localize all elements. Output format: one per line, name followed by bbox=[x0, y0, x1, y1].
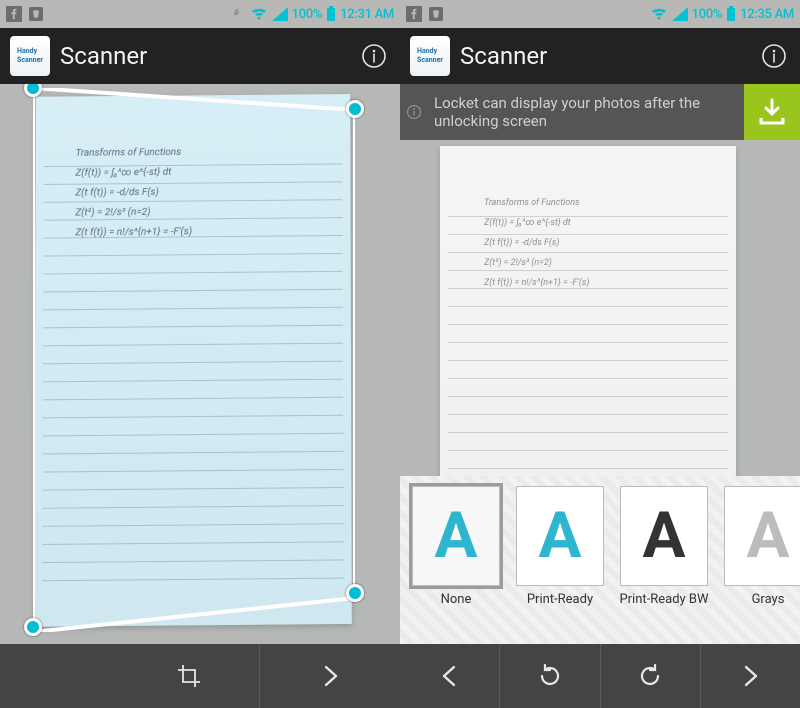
app-icon[interactable]: Handy Scanner bbox=[10, 36, 50, 76]
rotate-ccw-button[interactable] bbox=[500, 644, 599, 708]
battery-icon bbox=[726, 6, 736, 22]
vibrate-icon bbox=[230, 6, 246, 22]
filter-glyph: A bbox=[620, 486, 708, 586]
signal-icon bbox=[672, 7, 688, 21]
app-icon[interactable]: Handy Scanner bbox=[410, 36, 450, 76]
crop-canvas[interactable]: Transforms of FunctionsZ(f(t)) = ∫₀^∞ e^… bbox=[0, 84, 400, 644]
scanned-page: Transforms of FunctionsZ(f(t)) = ∫₀^∞ e^… bbox=[440, 146, 736, 476]
filter-option-none[interactable]: A None bbox=[410, 486, 502, 607]
battery-percent: 100% bbox=[692, 7, 723, 22]
info-button[interactable] bbox=[758, 40, 790, 72]
filter-label: Grays bbox=[752, 592, 785, 607]
next-button[interactable] bbox=[260, 644, 400, 708]
scanned-page: Transforms of FunctionsZ(f(t)) = ∫₀^∞ e^… bbox=[34, 94, 352, 627]
download-button[interactable] bbox=[744, 84, 800, 140]
action-bar: Handy Scanner Scanner bbox=[0, 28, 400, 84]
info-icon bbox=[400, 104, 428, 120]
wifi-icon bbox=[650, 7, 668, 21]
battery-icon bbox=[326, 6, 336, 22]
clock: 12:31 AM bbox=[340, 7, 394, 22]
phone-left: 100% 12:31 AM Handy Scanner Scanner Tran… bbox=[0, 0, 400, 708]
filter-label: Print-Ready bbox=[527, 592, 593, 607]
facebook-icon bbox=[6, 6, 22, 22]
filter-option-print-ready-bw[interactable]: A Print-Ready BW bbox=[618, 486, 710, 607]
app-title: Scanner bbox=[60, 42, 348, 70]
crop-button[interactable] bbox=[119, 644, 259, 708]
info-button[interactable] bbox=[358, 40, 390, 72]
back-button[interactable] bbox=[400, 644, 499, 708]
crop-handle-tl[interactable] bbox=[24, 84, 42, 97]
toolbar bbox=[400, 644, 800, 708]
evernote-icon bbox=[28, 6, 44, 22]
filter-glyph: A bbox=[724, 486, 800, 586]
rotate-cw-button[interactable] bbox=[601, 644, 700, 708]
next-button[interactable] bbox=[701, 644, 800, 708]
toolbar bbox=[0, 644, 400, 708]
battery-percent: 100% bbox=[292, 7, 323, 22]
filter-glyph: A bbox=[516, 486, 604, 586]
filter-glyph: A bbox=[412, 486, 500, 586]
action-bar: Handy Scanner Scanner bbox=[400, 28, 800, 84]
filter-option-grays[interactable]: A Grays bbox=[722, 486, 800, 607]
filter-strip[interactable]: A None A Print-Ready A Print-Ready BW A Grays bbox=[400, 476, 800, 644]
banner-text: Locket can display your photos after the… bbox=[428, 90, 744, 134]
evernote-icon bbox=[428, 6, 444, 22]
promo-banner[interactable]: Locket can display your photos after the… bbox=[400, 84, 800, 140]
status-bar: 100% 12:31 AM bbox=[0, 0, 400, 28]
signal-icon bbox=[272, 7, 288, 21]
phone-right: 100% 12:35 AM Handy Scanner Scanner Lock… bbox=[400, 0, 800, 708]
filter-label: None bbox=[441, 592, 472, 607]
app-title: Scanner bbox=[460, 42, 748, 70]
wifi-icon bbox=[250, 7, 268, 21]
status-bar: 100% 12:35 AM bbox=[400, 0, 800, 28]
filter-label: Print-Ready BW bbox=[619, 592, 708, 607]
filter-option-print-ready[interactable]: A Print-Ready bbox=[514, 486, 606, 607]
preview-canvas: Locket can display your photos after the… bbox=[400, 84, 800, 476]
facebook-icon bbox=[406, 6, 422, 22]
clock: 12:35 AM bbox=[740, 7, 794, 22]
